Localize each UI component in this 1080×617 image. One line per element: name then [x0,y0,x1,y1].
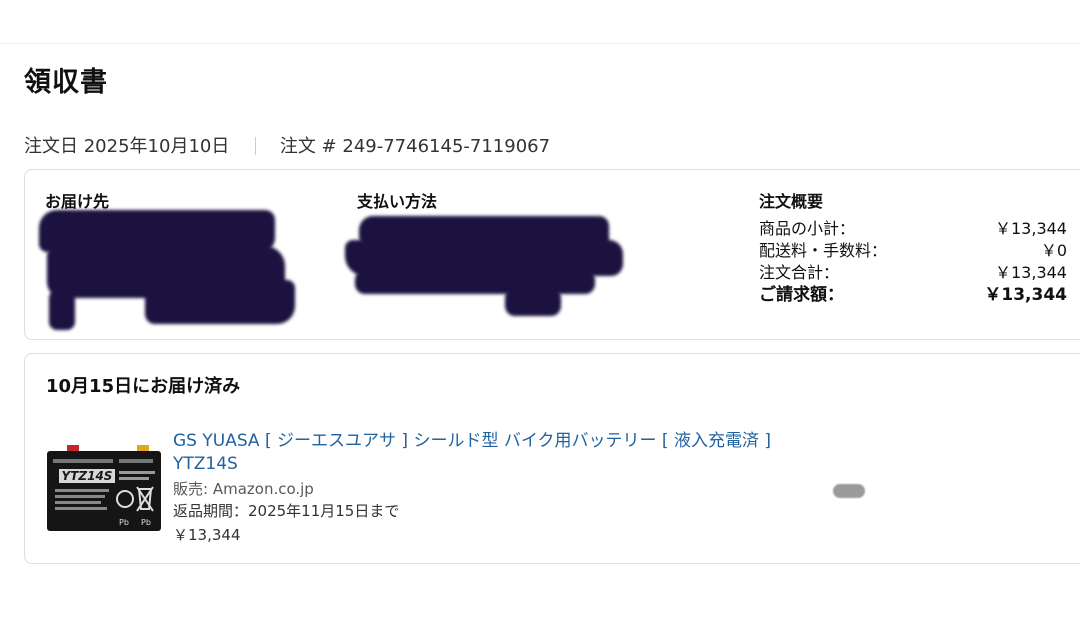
order-number-label: 注文 # [279,136,337,157]
seller-info: 販売: Amazon.co.jp [173,480,314,498]
item-price: ￥13,344 [173,526,241,544]
order-info: 注文日 2025年10月10日 注文 # 249-7746145-7119067 [24,132,550,158]
billed-amount-label: ご請求額： [759,285,844,305]
subtotal-row: 商品の小計： ￥13,344 [759,218,1067,240]
svg-text:Pb: Pb [119,518,129,527]
shipping-fee-value: ￥0 [1040,241,1067,260]
svg-text:Pb: Pb [141,518,151,527]
order-total-label: 注文合計： [759,263,840,282]
shipping-fee-label: 配送料・手数料： [759,241,888,260]
order-number: 249-7746145-7119067 [342,136,551,157]
order-date-label: 注文日 [24,136,78,157]
billed-amount-row: ご請求額： ￥13,344 [759,284,1067,306]
shipping-address-heading: お届け先 [45,192,110,211]
order-totals: 商品の小計： ￥13,344 配送料・手数料： ￥0 注文合計： ￥13,344… [759,218,1067,306]
product-image-label: YTZ14S [62,469,113,483]
order-info-separator [255,137,257,155]
subtotal-value: ￥13,344 [995,219,1067,238]
payment-method-heading: 支払い方法 [357,192,438,211]
top-divider [0,43,1080,44]
order-overview-heading: 注文概要 [759,192,824,211]
redacted-smudge [833,484,865,498]
order-date: 2025年10月10日 [83,136,230,157]
delivery-status: 10月15日にお届け済み [46,376,241,397]
delivery-card: 10月15日にお届け済み YTZ14S Pb Pb GS YUASA [ ジーエ… [24,353,1080,564]
product-image[interactable]: YTZ14S Pb Pb [45,443,163,533]
subtotal-label: 商品の小計： [759,219,856,238]
order-total-row: 注文合計： ￥13,344 [759,262,1067,284]
order-summary-card: お届け先 支払い方法 注文概要 商品の小計： ￥13,344 配送料・手数料： … [24,169,1080,340]
page-title: 領収書 [24,67,108,98]
product-title-link[interactable]: GS YUASA [ ジーエスユアサ ] シールド型 バイク用バッテリー [ 液… [173,430,793,476]
shipping-fee-row: 配送料・手数料： ￥0 [759,240,1067,262]
order-total-value: ￥13,344 [995,263,1067,282]
billed-amount-value: ￥13,344 [984,285,1067,305]
return-period: 返品期間：2025年11月15日まで [173,502,400,520]
